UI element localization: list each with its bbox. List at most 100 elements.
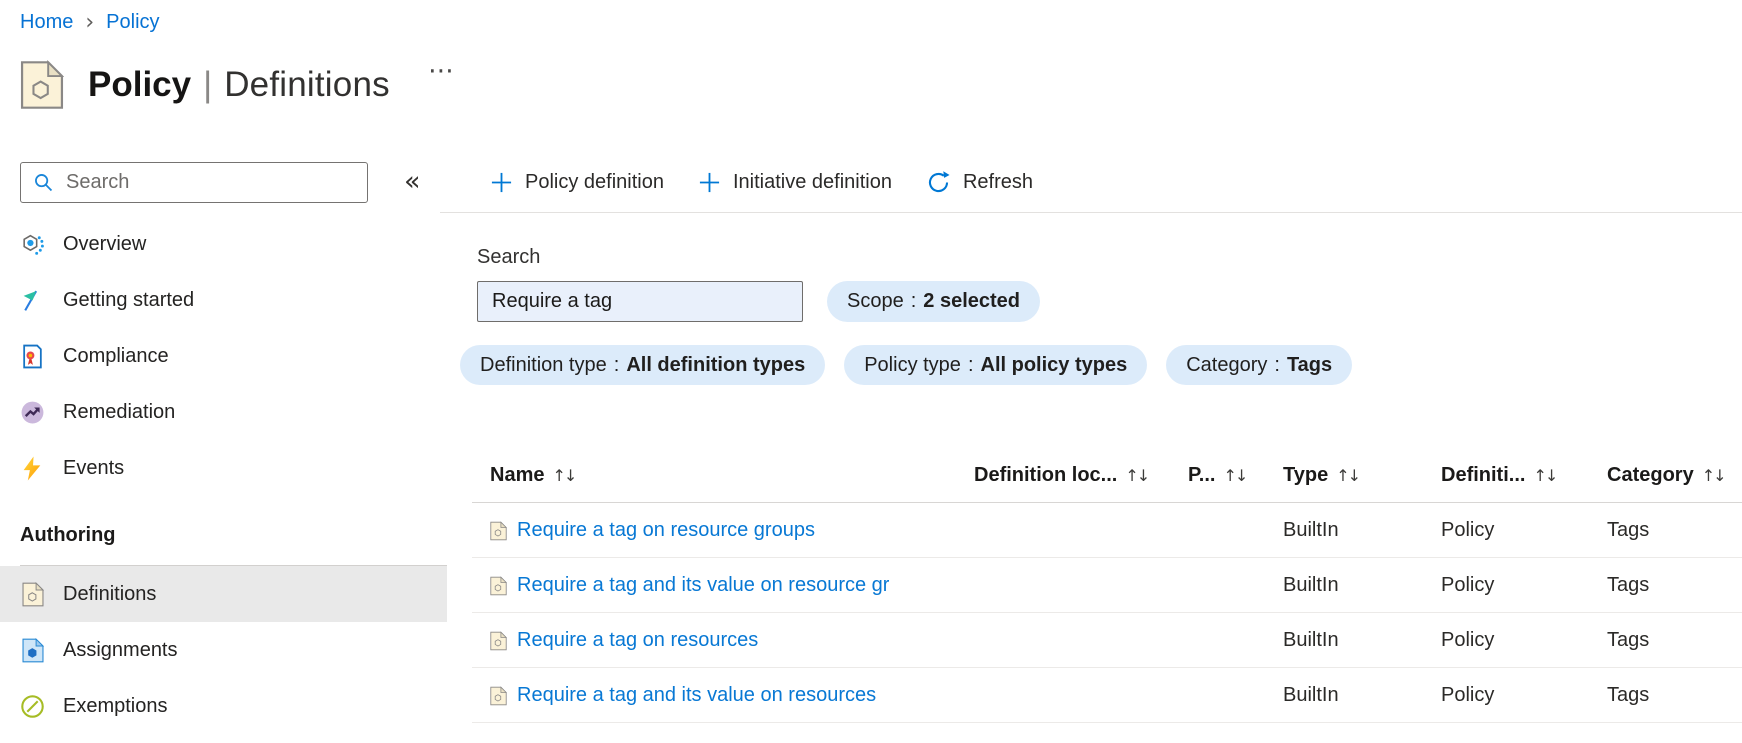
- column-header-definition-type[interactable]: Definiti... ↑↓: [1441, 448, 1558, 502]
- button-label: Policy definition: [525, 170, 664, 193]
- sidebar-item-events[interactable]: Events: [0, 440, 447, 496]
- sidebar-item-label: Exemptions: [63, 694, 168, 717]
- overview-icon: [20, 232, 45, 257]
- policy-link[interactable]: Require a tag on resources: [517, 613, 758, 668]
- category-filter-pill[interactable]: Category : Tags: [1166, 345, 1353, 385]
- sort-icon: ↑↓: [1223, 465, 1248, 485]
- plus-icon: [491, 172, 512, 192]
- sidebar-item-overview[interactable]: Overview: [0, 216, 447, 272]
- pill-value: 2 selected: [923, 290, 1021, 312]
- column-header-policies[interactable]: P... ↑↓: [1188, 448, 1248, 502]
- plus-icon: [699, 172, 720, 192]
- pill-name: Scope: [847, 290, 904, 312]
- breadcrumb-link-policy[interactable]: Policy: [106, 11, 159, 34]
- policy-icon: [490, 503, 507, 558]
- column-header-type[interactable]: Type ↑↓: [1283, 448, 1361, 502]
- initiative-definition-button[interactable]: Initiative definition: [698, 171, 892, 194]
- exemptions-icon: [20, 694, 45, 719]
- page-header: Policy | Definitions: [20, 60, 390, 110]
- pill-value: All policy types: [980, 353, 1128, 376]
- type-cell: BuiltIn: [1283, 629, 1339, 651]
- pill-name: Category: [1186, 353, 1268, 376]
- sidebar-item-assignments[interactable]: Assignments: [0, 622, 447, 678]
- sidebar-search-box: [20, 162, 368, 203]
- sort-icon: ↑↓: [1336, 465, 1361, 485]
- definition-type-cell: Policy: [1441, 684, 1495, 706]
- sort-icon: ↑↓: [1533, 465, 1558, 485]
- definition-search-input[interactable]: [477, 281, 803, 322]
- category-cell: Tags: [1607, 519, 1650, 541]
- button-label: Initiative definition: [732, 170, 892, 193]
- sidebar-item-remediation[interactable]: Remediation: [0, 384, 447, 440]
- scope-filter-pill[interactable]: Scope : 2 selected: [827, 281, 1041, 322]
- column-header-name[interactable]: Name ↑↓: [490, 448, 577, 502]
- policy-link[interactable]: Require a tag and its value on resource …: [517, 558, 889, 613]
- breadcrumb-link-home[interactable]: Home: [20, 11, 73, 34]
- sidebar-search-input[interactable]: [64, 170, 344, 195]
- category-cell: Tags: [1607, 629, 1650, 651]
- table-row[interactable]: Require a tag on resource groups BuiltIn…: [472, 503, 1742, 558]
- policy-icon: [490, 668, 507, 723]
- chevron-right-icon: ›: [85, 10, 95, 35]
- assignments-icon: [20, 637, 45, 663]
- column-label: Type: [1283, 463, 1329, 486]
- sidebar-menu: Overview Getting started Compliance Reme…: [0, 216, 447, 496]
- sidebar-item-label: Remediation: [63, 400, 176, 423]
- table-row[interactable]: Require a tag and its value on resource …: [472, 558, 1742, 613]
- sidebar-item-label: Events: [63, 456, 125, 479]
- column-label: Name: [490, 463, 545, 486]
- column-header-category[interactable]: Category ↑↓: [1607, 448, 1726, 502]
- pill-name: Definition type: [480, 353, 607, 376]
- pill-separator: :: [967, 353, 974, 376]
- sidebar-item-label: Getting started: [63, 288, 195, 311]
- definition-type-filter-pill[interactable]: Definition type : All definition types: [460, 345, 826, 385]
- collapse-sidebar-icon[interactable]: «: [404, 166, 421, 197]
- command-bar: Policy definition Initiative definition …: [490, 158, 1033, 206]
- column-label: Category: [1607, 463, 1694, 486]
- pill-separator: :: [613, 353, 620, 376]
- button-label: Refresh: [962, 170, 1033, 193]
- events-icon: [20, 456, 45, 481]
- getting-started-icon: [20, 288, 45, 313]
- sidebar-item-definitions[interactable]: Definitions: [0, 566, 447, 622]
- table-row[interactable]: Require a tag on resources BuiltIn Polic…: [472, 613, 1742, 668]
- policy-definition-button[interactable]: Policy definition: [490, 171, 664, 194]
- column-label: P...: [1188, 463, 1216, 486]
- sidebar-item-getting-started[interactable]: Getting started: [0, 272, 447, 328]
- title-separator: |: [203, 65, 213, 104]
- filter-pill-row: Definition type : All definition types P…: [460, 345, 1353, 385]
- pill-separator: :: [910, 290, 917, 312]
- pill-name: Policy type: [864, 353, 961, 376]
- sidebar-item-label: Compliance: [63, 344, 169, 367]
- policy-link[interactable]: Require a tag on resource groups: [517, 503, 815, 558]
- pill-value: Tags: [1286, 353, 1333, 376]
- sidebar-item-exemptions[interactable]: Exemptions: [0, 678, 447, 734]
- compliance-icon: [20, 344, 45, 369]
- search-label: Search: [477, 246, 541, 268]
- column-label: Definiti...: [1441, 463, 1526, 486]
- definition-type-cell: Policy: [1441, 574, 1495, 596]
- sidebar-authoring-menu: Definitions Assignments Exemptions: [0, 565, 447, 734]
- policy-type-filter-pill[interactable]: Policy type : All policy types: [844, 345, 1148, 385]
- page-title-primary: Policy: [88, 65, 192, 104]
- refresh-button[interactable]: Refresh: [926, 170, 1033, 195]
- pill-value: All definition types: [626, 353, 806, 376]
- sidebar-section-authoring: Authoring: [20, 524, 116, 546]
- sidebar-item-compliance[interactable]: Compliance: [0, 328, 447, 384]
- policy-link[interactable]: Require a tag and its value on resources: [517, 668, 876, 723]
- page-title: Policy | Definitions: [88, 60, 390, 110]
- pill-separator: :: [1274, 353, 1280, 376]
- type-cell: BuiltIn: [1283, 684, 1339, 706]
- search-icon: [35, 174, 53, 192]
- sort-icon: ↑↓: [1125, 465, 1150, 485]
- sort-icon: ↑↓: [552, 465, 577, 485]
- sidebar-item-label: Overview: [63, 232, 147, 255]
- more-icon[interactable]: ⋯: [428, 56, 454, 86]
- category-cell: Tags: [1607, 574, 1650, 596]
- table-row[interactable]: Require a tag and its value on resources…: [472, 668, 1742, 723]
- page-title-secondary: Definitions: [224, 65, 390, 104]
- policy-icon: [20, 61, 64, 109]
- column-header-definition-location[interactable]: Definition loc... ↑↓: [974, 448, 1150, 502]
- remediation-icon: [20, 400, 45, 425]
- definitions-icon: [20, 582, 45, 607]
